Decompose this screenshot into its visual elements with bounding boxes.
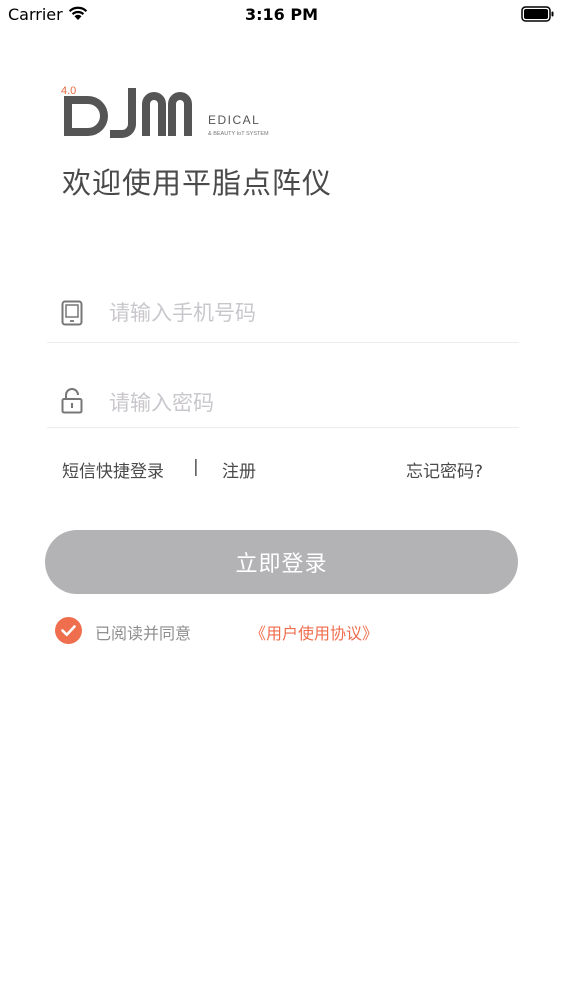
lock-icon xyxy=(61,388,83,414)
battery-icon xyxy=(521,6,554,22)
user-agreement-link[interactable]: 《用户使用协议》 xyxy=(250,620,378,644)
logo-suffix: EDICAL xyxy=(208,113,260,127)
agreement-checkbox[interactable] xyxy=(55,617,82,644)
password-input[interactable] xyxy=(107,387,491,419)
phone-field xyxy=(47,285,519,343)
forgot-password-link[interactable]: 忘记密码? xyxy=(406,457,483,482)
dim-logo: 4.0 EDICAL & BEAUTY IoT SYSTEM xyxy=(61,85,269,138)
phone-input[interactable] xyxy=(107,297,491,329)
logo-version: 4.0 xyxy=(61,85,76,97)
sms-login-link[interactable]: 短信快捷登录 xyxy=(62,457,164,482)
welcome-title: 欢迎使用平脂点阵仪 xyxy=(62,166,333,200)
register-link[interactable]: 注册 xyxy=(222,457,256,482)
status-bar: Carrier 3:16 PM xyxy=(0,0,563,30)
agreement-text: 已阅读并同意 xyxy=(95,624,192,643)
login-button[interactable]: 立即登录 xyxy=(45,530,518,594)
checkmark-icon xyxy=(61,625,76,637)
password-field xyxy=(47,375,519,428)
logo-tagline: & BEAUTY IoT SYSTEM xyxy=(208,131,269,137)
status-time: 3:16 PM xyxy=(244,5,318,24)
phone-icon xyxy=(61,300,83,326)
link-divider: | xyxy=(193,457,199,477)
